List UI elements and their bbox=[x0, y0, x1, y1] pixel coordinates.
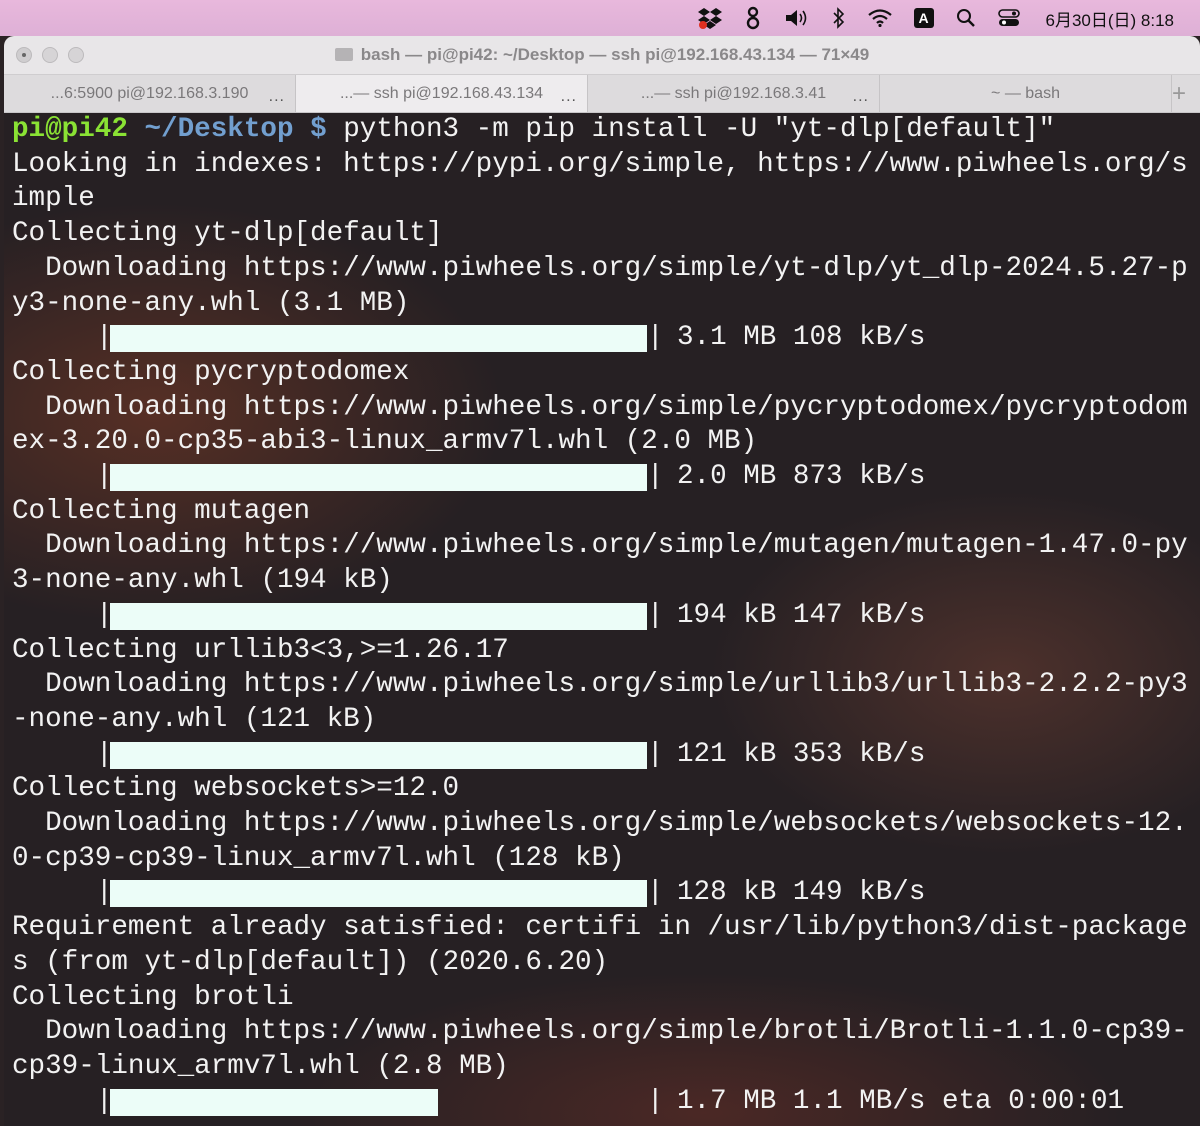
progress-bar-fill bbox=[110, 602, 647, 630]
progress-bar-right-edge: | bbox=[647, 461, 664, 492]
output-line: ex-3.20.0-cp35-abi3-linux_armv7l.whl (2.… bbox=[12, 426, 758, 458]
output-line: Collecting brotli bbox=[12, 981, 294, 1013]
command-text: python3 -m pip install -U "yt-dlp[defaul… bbox=[326, 114, 1056, 145]
spotlight-search-icon[interactable] bbox=[956, 0, 976, 36]
progress-stats: 194 kB 147 kB/s bbox=[677, 599, 926, 631]
output-line: y3-none-any.whl (3.1 MB) bbox=[12, 287, 410, 319]
prompt-sigil: $ bbox=[310, 114, 327, 145]
output-line: cp39-linux_armv7l.whl (2.8 MB) bbox=[12, 1050, 509, 1082]
output-line: 0-cp39-cp39-linux_armv7l.whl (128 kB) bbox=[12, 842, 625, 874]
progress-stats: 2.0 MB 873 kB/s bbox=[677, 461, 926, 492]
tab-ssh-3-41[interactable]: ...— ssh pi@192.168.3.41 ... bbox=[588, 75, 880, 112]
prompt-line: pi@pi42 ~/Desktop $ python3 -m pip insta… bbox=[12, 113, 1055, 148]
output-line: 3-none-any.whl (194 kB) bbox=[12, 565, 393, 597]
output-line: Requirement already satisfied: certifi i… bbox=[12, 912, 1188, 944]
progress-bar-fill bbox=[110, 880, 647, 908]
tab-vnc[interactable]: ...6:5900 pi@192.168.3.190 ... bbox=[4, 75, 296, 112]
folder-icon bbox=[334, 48, 353, 61]
output-line: Downloading https://www.piwheels.org/sim… bbox=[12, 1016, 1188, 1048]
progress-bar-right-edge: | bbox=[647, 738, 664, 770]
progress-stats: 3.1 MB 108 kB/s bbox=[677, 322, 926, 354]
progress-stats: 121 kB 353 kB/s bbox=[677, 738, 926, 770]
window-title: bash — pi@pi42: ~/Desktop — ssh pi@192.1… bbox=[4, 45, 1200, 65]
output-line: Downloading https://www.piwheels.org/sim… bbox=[12, 391, 1188, 423]
progress-stats: 1.7 MB 1.1 MB/s eta 0:00:01 bbox=[677, 1085, 1125, 1117]
control-center-icon[interactable] bbox=[997, 0, 1020, 36]
menu-bar: A 6月30日(日) 8:18 bbox=[0, 0, 1200, 36]
tab-label: ...6:5900 pi@192.168.3.190 bbox=[50, 84, 249, 102]
wifi-icon[interactable] bbox=[867, 0, 892, 36]
output-line: Collecting yt-dlp[default] bbox=[12, 218, 443, 250]
output-line: Downloading https://www.piwheels.org/sim… bbox=[12, 808, 1188, 839]
new-tab-button[interactable]: + bbox=[1172, 75, 1200, 112]
volume-icon[interactable] bbox=[784, 0, 810, 36]
output-line: Downloading https://www.piwheels.org/sim… bbox=[12, 530, 1188, 562]
output-line: Looking in indexes: https://pypi.org/sim… bbox=[12, 148, 1188, 180]
input-source-icon[interactable]: A bbox=[913, 0, 934, 36]
tab-overflow-icon: ... bbox=[268, 88, 285, 105]
output-line: Downloading https://www.piwheels.org/sim… bbox=[12, 252, 1188, 284]
progress-bar-right-edge: | bbox=[647, 877, 664, 909]
tab-label: ~ — bash bbox=[991, 84, 1060, 102]
terminal-output[interactable]: pi@pi42 ~/Desktop $ python3 -m pip insta… bbox=[4, 113, 1200, 1126]
output-line: Downloading https://www.piwheels.org/sim… bbox=[12, 669, 1188, 701]
dropbox-icon[interactable] bbox=[697, 0, 722, 36]
progress-bar-right-edge: | bbox=[647, 599, 664, 631]
output-line: imple bbox=[12, 183, 95, 215]
prompt-path: ~/Desktop bbox=[144, 114, 294, 145]
progress-bar-fill bbox=[110, 741, 647, 769]
output-line: -none-any.whl (121 kB) bbox=[12, 703, 377, 735]
tab-ssh-43-134[interactable]: ...— ssh pi@192.168.43.134 ... bbox=[296, 75, 588, 112]
tab-overflow-icon: ... bbox=[852, 88, 869, 105]
tab-bash[interactable]: ~ — bash bbox=[880, 75, 1172, 112]
tab-label: ...— ssh pi@192.168.43.134 bbox=[339, 84, 544, 102]
progress-stats: 128 kB 149 kB/s bbox=[677, 877, 926, 909]
progress-bar-fill bbox=[110, 1088, 438, 1116]
menubar-clock[interactable]: 6月30日(日) 8:18 bbox=[1046, 6, 1175, 31]
output-line: s (from yt-dlp[default]) (2020.6.20) bbox=[12, 946, 609, 978]
output-line: Collecting websockets>=12.0 bbox=[12, 773, 460, 805]
progress-bar-right-edge: | bbox=[647, 1085, 664, 1117]
window-title-bar[interactable]: bash — pi@pi42: ~/Desktop — ssh pi@192.1… bbox=[4, 36, 1200, 75]
output-line: Collecting mutagen bbox=[12, 495, 311, 527]
prompt-user: pi@pi42 bbox=[12, 114, 128, 145]
tab-label: ...— ssh pi@192.168.3.41 bbox=[640, 84, 827, 102]
output-line: Collecting pycryptodomex bbox=[12, 356, 410, 388]
progress-bar-right-edge: | bbox=[647, 322, 664, 354]
output-line: Collecting urllib3<3,>=1.26.17 bbox=[12, 634, 509, 666]
progress-bar-fill bbox=[110, 464, 647, 491]
tab-bar: ...6:5900 pi@192.168.3.190 ... ...— ssh … bbox=[4, 75, 1200, 113]
bluetooth-icon[interactable] bbox=[832, 0, 846, 36]
progress-bar-fill bbox=[110, 325, 647, 353]
tampermonkey-icon[interactable] bbox=[744, 0, 762, 36]
tab-overflow-icon: ... bbox=[560, 88, 577, 105]
